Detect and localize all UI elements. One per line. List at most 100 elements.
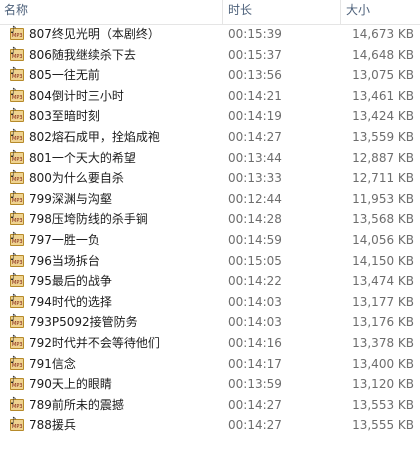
mp3-label: MP3 (12, 403, 23, 410)
mp3-label: MP3 (12, 218, 23, 225)
mp3-file-icon: ♪ MP3 (10, 293, 24, 308)
mp3-file-icon: ♪ MP3 (10, 87, 24, 102)
mp3-label: MP3 (12, 341, 23, 348)
file-row[interactable]: ♪ MP3 791信念 00:14:17 13,400 KB (0, 354, 420, 375)
mp3-file-icon: ♪ MP3 (10, 314, 24, 329)
mp3-file-icon: ♪ MP3 (10, 334, 24, 349)
file-row[interactable]: ♪ MP3 806随我继续杀下去 00:15:37 14,648 KB (0, 45, 420, 66)
mp3-label: MP3 (12, 74, 23, 81)
mp3-file-icon: ♪ MP3 (10, 231, 24, 246)
mp3-file-icon: ♪ MP3 (10, 417, 24, 432)
file-name: 804倒计时三小时 (29, 88, 124, 103)
file-row[interactable]: ♪ MP3 792时代并不会等待他们 00:14:16 13,378 KB (0, 333, 420, 354)
file-duration: 00:13:33 (228, 171, 282, 186)
file-size: 14,673 KB (352, 27, 414, 41)
file-size: 13,461 KB (352, 88, 414, 103)
file-duration: 00:14:17 (228, 356, 282, 371)
file-size: 13,559 KB (352, 129, 414, 144)
file-row[interactable]: ♪ MP3 794时代的选择 00:14:03 13,177 KB (0, 292, 420, 313)
mp3-file-icon: ♪ MP3 (10, 128, 24, 143)
file-row[interactable]: ♪ MP3 804倒计时三小时 00:14:21 13,461 KB (0, 86, 420, 107)
file-name: 789前所未的震撼 (29, 397, 124, 412)
file-row[interactable]: ♪ MP3 801一个天大的希望 00:13:44 12,887 KB (0, 148, 420, 169)
file-size: 13,555 KB (352, 418, 414, 433)
file-duration: 00:14:16 (228, 335, 282, 350)
column-header-duration[interactable]: 时长 (222, 0, 346, 24)
file-size: 14,056 KB (352, 232, 414, 247)
mp3-label: MP3 (12, 238, 23, 245)
file-row[interactable]: ♪ MP3 803至暗时刻 00:14:19 13,424 KB (0, 106, 420, 127)
mp3-label: MP3 (12, 135, 23, 142)
file-duration: 00:13:59 (228, 377, 282, 392)
file-name: 802熔石成甲，拴焰成袍 (29, 129, 160, 144)
file-row[interactable]: ♪ MP3 793P5092接管防务 00:14:03 13,176 KB (0, 312, 420, 333)
file-name: 807终见光明（本剧终） (29, 27, 160, 41)
file-name: 800为什么要自杀 (29, 171, 124, 186)
mp3-file-icon: ♪ MP3 (10, 26, 24, 40)
file-name: 793P5092接管防务 (29, 315, 138, 330)
file-size: 13,075 KB (352, 68, 414, 83)
file-row[interactable]: ♪ MP3 800为什么要自杀 00:13:33 12,711 KB (0, 168, 420, 189)
file-size: 13,424 KB (352, 109, 414, 124)
mp3-file-icon: ♪ MP3 (10, 108, 24, 123)
file-size: 13,553 KB (352, 397, 414, 412)
mp3-file-icon: ♪ MP3 (10, 67, 24, 82)
file-name: 799深渊与沟壑 (29, 191, 112, 206)
file-size: 11,953 KB (352, 191, 414, 206)
file-name: 798压垮防线的杀手锏 (29, 212, 148, 227)
file-name: 801一个天大的希望 (29, 150, 136, 165)
file-size: 13,474 KB (352, 274, 414, 289)
file-row[interactable]: ♪ MP3 807终见光明（本剧终） 00:15:39 14,673 KB (0, 24, 420, 45)
mp3-label: MP3 (12, 33, 23, 39)
file-name: 791信念 (29, 356, 76, 371)
mp3-label: MP3 (12, 177, 23, 184)
file-name: 788援兵 (29, 418, 76, 433)
column-header-bar: 名称 时长 大小 (0, 0, 420, 25)
column-header-name[interactable]: 名称 (0, 0, 226, 24)
mp3-label: MP3 (12, 362, 23, 369)
file-row[interactable]: ♪ MP3 798压垮防线的杀手锏 00:14:28 13,568 KB (0, 209, 420, 230)
file-duration: 00:14:03 (228, 294, 282, 309)
file-size: 13,177 KB (352, 294, 414, 309)
mp3-file-icon: ♪ MP3 (10, 149, 24, 164)
file-duration: 00:14:27 (228, 397, 282, 412)
file-size: 14,648 KB (352, 47, 414, 62)
file-row[interactable]: ♪ MP3 796当场拆台 00:15:05 14,150 KB (0, 251, 420, 272)
file-duration: 00:14:28 (228, 212, 282, 227)
file-size: 13,176 KB (352, 315, 414, 330)
mp3-file-icon: ♪ MP3 (10, 376, 24, 391)
file-row[interactable]: ♪ MP3 789前所未的震撼 00:14:27 13,553 KB (0, 395, 420, 416)
column-header-size[interactable]: 大小 (340, 0, 420, 24)
mp3-file-icon: ♪ MP3 (10, 252, 24, 267)
mp3-label: MP3 (12, 300, 23, 307)
file-size: 13,400 KB (352, 356, 414, 371)
file-duration: 00:14:59 (228, 232, 282, 247)
file-size: 13,568 KB (352, 212, 414, 227)
file-duration: 00:14:27 (228, 129, 282, 144)
file-duration: 00:14:22 (228, 274, 282, 289)
file-row[interactable]: ♪ MP3 799深渊与沟壑 00:12:44 11,953 KB (0, 189, 420, 210)
mp3-label: MP3 (12, 321, 23, 328)
file-duration: 00:15:05 (228, 253, 282, 268)
file-name: 797一胜一负 (29, 232, 100, 247)
file-row[interactable]: ♪ MP3 795最后的战争 00:14:22 13,474 KB (0, 271, 420, 292)
mp3-label: MP3 (12, 383, 23, 390)
file-size: 12,711 KB (352, 171, 414, 186)
file-row[interactable]: ♪ MP3 802熔石成甲，拴焰成袍 00:14:27 13,559 KB (0, 127, 420, 148)
file-size: 13,378 KB (352, 335, 414, 350)
file-row[interactable]: ♪ MP3 797一胜一负 00:14:59 14,056 KB (0, 230, 420, 251)
file-name: 803至暗时刻 (29, 109, 100, 124)
mp3-label: MP3 (12, 156, 23, 163)
file-row[interactable]: ♪ MP3 788援兵 00:14:27 13,555 KB (0, 415, 420, 436)
mp3-file-icon: ♪ MP3 (10, 273, 24, 288)
file-duration: 00:15:39 (228, 27, 282, 41)
file-name: 790天上的眼睛 (29, 377, 112, 392)
file-duration: 00:14:21 (228, 88, 282, 103)
file-duration: 00:15:37 (228, 47, 282, 62)
mp3-label: MP3 (12, 94, 23, 101)
mp3-label: MP3 (12, 115, 23, 122)
file-row[interactable]: ♪ MP3 805一往无前 00:13:56 13,075 KB (0, 65, 420, 86)
file-row[interactable]: ♪ MP3 790天上的眼睛 00:13:59 13,120 KB (0, 374, 420, 395)
mp3-file-icon: ♪ MP3 (10, 170, 24, 185)
mp3-file-icon: ♪ MP3 (10, 211, 24, 226)
